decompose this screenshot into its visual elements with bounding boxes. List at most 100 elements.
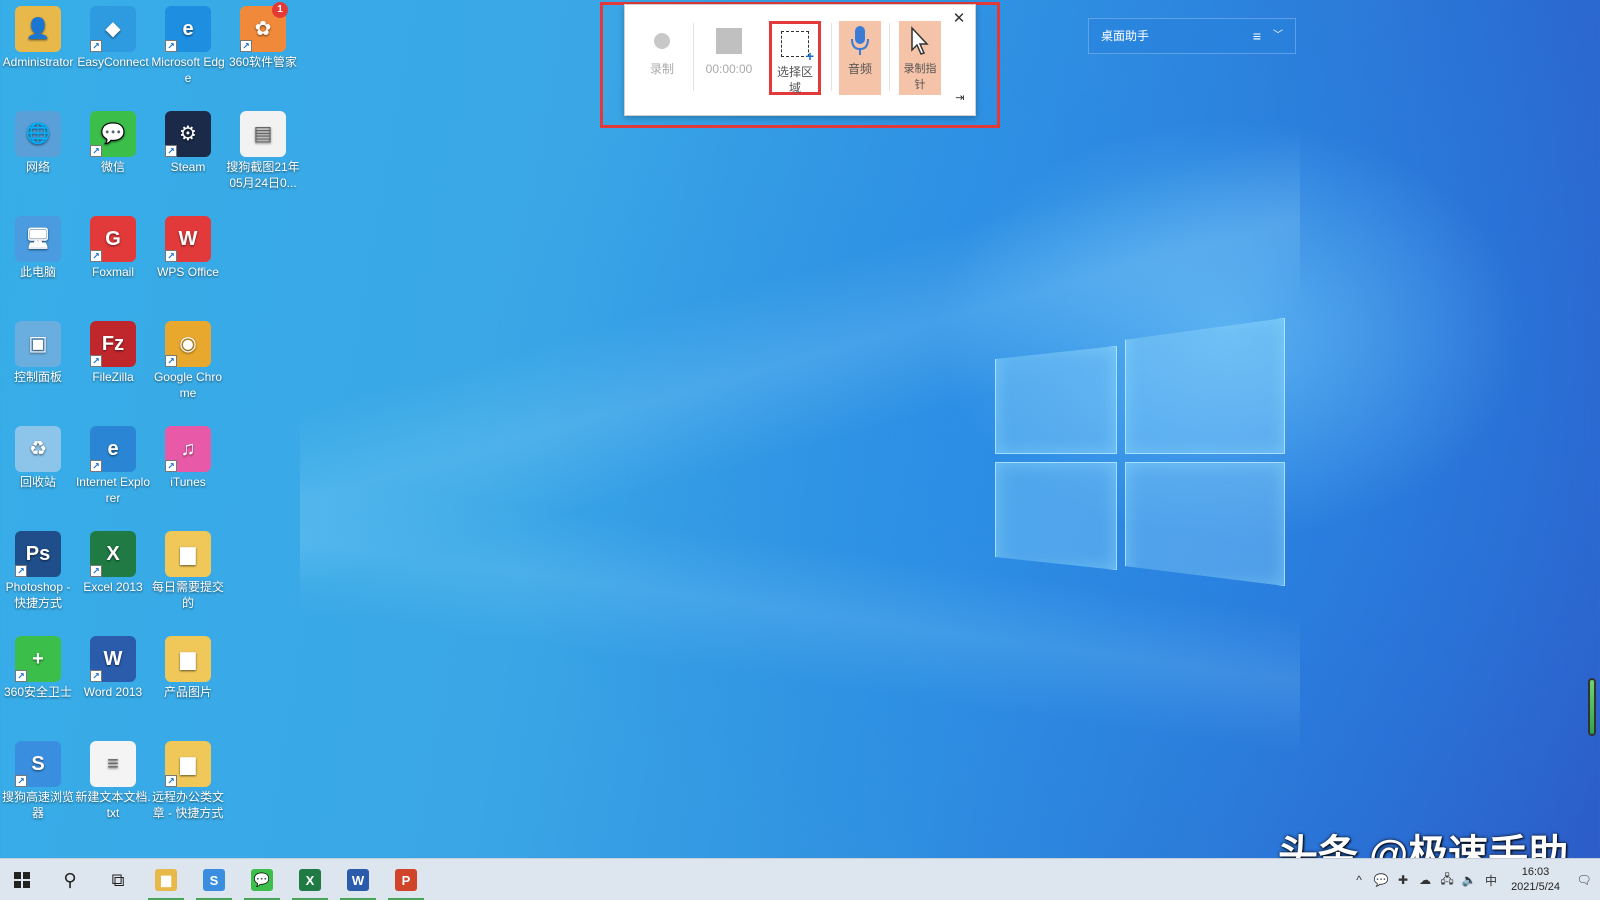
notification-icon[interactable]: 🗨 xyxy=(1576,872,1592,888)
audio-label: 音频 xyxy=(847,62,872,76)
desktop-icon-label: EasyConnect xyxy=(77,55,149,69)
desktop-icon-label: 新建文本文档.txt xyxy=(75,790,151,820)
desktop-icon[interactable]: 👤 Administrator xyxy=(0,0,76,70)
desktop-icon[interactable]: ▆ 产品图片 xyxy=(150,630,226,700)
select-area-button[interactable]: + 选择区域 xyxy=(769,21,821,95)
shortcut-arrow-icon: ↗ xyxy=(15,775,27,787)
desktop-icon[interactable]: ⚙ ↗ Steam xyxy=(150,105,226,175)
taskbar-powerpoint-button[interactable]: P xyxy=(384,859,428,900)
folder-icon: ▆ ↗ xyxy=(165,741,211,787)
chevron-down-icon[interactable]: ﹀ xyxy=(1273,19,1283,53)
desktop-icon[interactable]: 💬 ↗ 微信 xyxy=(75,105,151,175)
side-indicator[interactable] xyxy=(1588,678,1596,736)
recycle-bin-icon: ♻ xyxy=(15,426,61,472)
desktop-icon-label: Internet Explorer xyxy=(75,475,151,505)
ie-icon: e ↗ xyxy=(90,426,136,472)
tray-icon[interactable]: 中 xyxy=(1483,872,1499,888)
desktop-icon-label: 控制面板 xyxy=(13,370,62,384)
shortcut-arrow-icon: ↗ xyxy=(90,40,102,52)
desktop-icon[interactable]: W ↗ Word 2013 xyxy=(75,630,151,700)
taskbar-task-view-button[interactable]: ⧉ xyxy=(96,859,140,900)
desktop-icon-label: 回收站 xyxy=(19,475,56,489)
desktop-icon-label: 远程办公类文章 - 快捷方式 xyxy=(151,790,224,820)
filezilla-icon: Fz ↗ xyxy=(90,321,136,367)
desktop-icon[interactable]: ♻ 回收站 xyxy=(0,420,76,490)
windows-logo-wallpaper xyxy=(995,318,1285,586)
audio-button[interactable]: 音频 xyxy=(839,21,881,95)
pin-icon[interactable]: ⇥ xyxy=(953,91,967,104)
windows-start-icon xyxy=(14,872,30,888)
tray-icon[interactable]: 🖧 xyxy=(1439,872,1455,888)
notification-badge: 1 xyxy=(272,2,288,18)
shortcut-arrow-icon: ↗ xyxy=(165,355,177,367)
taskbar-file-explorer-button[interactable]: ▆ xyxy=(144,859,188,900)
taskbar-search-button[interactable]: ⚲ xyxy=(48,859,92,900)
desktop-icon[interactable]: 🌐 网络 xyxy=(0,105,76,175)
shortcut-arrow-icon: ↗ xyxy=(90,460,102,472)
sogou-browser-icon: S xyxy=(203,869,225,891)
desktop-icon-label: 360安全卫士 xyxy=(3,685,73,699)
desktop-icon[interactable]: ♫ ↗ iTunes xyxy=(150,420,226,490)
clock[interactable]: 16:03 2021/5/24 xyxy=(1511,865,1560,895)
user-folder-icon: 👤 xyxy=(15,6,61,52)
desktop-icon[interactable]: e ↗ Internet Explorer xyxy=(75,420,151,506)
desktop-icon[interactable]: ✿ ↗ 1 360软件管家 xyxy=(225,0,301,70)
record-pointer-button[interactable]: 录制指针 xyxy=(899,21,941,95)
tray-icon[interactable]: 💬 xyxy=(1373,872,1389,888)
stop-button[interactable]: 00:00:00 xyxy=(699,21,759,95)
taskbar-wechat-button[interactable]: 💬 xyxy=(240,859,284,900)
desktop-icon[interactable]: ▤ 搜狗截图21年05月24日0... xyxy=(225,105,301,191)
close-icon[interactable]: ✕ xyxy=(951,11,967,27)
chrome-icon: ◉ ↗ xyxy=(165,321,211,367)
desktop-icon[interactable]: 🖥 此电脑 xyxy=(0,210,76,280)
desktop-assistant-bar[interactable]: 桌面助手 ≡ ﹀ xyxy=(1088,18,1296,54)
desktop-icon[interactable]: e ↗ Microsoft Edge xyxy=(150,0,226,86)
photoshop-icon: Ps ↗ xyxy=(15,531,61,577)
taskbar-excel-button[interactable]: X xyxy=(288,859,332,900)
shortcut-arrow-icon: ↗ xyxy=(90,145,102,157)
tray-icon[interactable]: ☁ xyxy=(1417,872,1433,888)
record-button[interactable]: 录制 xyxy=(637,21,687,95)
tray-icon[interactable]: 🔈 xyxy=(1461,872,1477,888)
desktop-icon[interactable]: ▣ 控制面板 xyxy=(0,315,76,385)
desktop-icon[interactable]: Ps ↗ Photoshop - 快捷方式 xyxy=(0,525,76,611)
shortcut-arrow-icon: ↗ xyxy=(90,250,102,262)
desktop-icon[interactable]: S ↗ 搜狗高速浏览器 xyxy=(0,735,76,821)
360-manager-icon: ✿ ↗ 1 xyxy=(240,2,288,52)
assistant-title: 桌面助手 xyxy=(1101,29,1150,43)
record-icon xyxy=(654,33,670,49)
desktop-icon[interactable]: + ↗ 360安全卫士 xyxy=(0,630,76,700)
divider xyxy=(831,23,832,91)
desktop-icon-label: 此电脑 xyxy=(19,265,56,279)
desktop-icon[interactable]: ▆ 每日需要提交的 xyxy=(150,525,226,611)
file-explorer-icon: ▆ xyxy=(155,869,177,891)
desktop-icon[interactable]: G ↗ Foxmail xyxy=(75,210,151,280)
desktop-icon-label: 搜狗截图21年05月24日0... xyxy=(226,160,300,190)
360-safe-icon: + ↗ xyxy=(15,636,61,682)
desktop-icon-label: 微信 xyxy=(100,160,125,174)
search-icon: ⚲ xyxy=(63,869,77,890)
desktop-icon[interactable]: ▆ ↗ 远程办公类文章 - 快捷方式 xyxy=(150,735,226,821)
desktop-icon-label: iTunes xyxy=(170,475,206,489)
taskbar-sogou-browser-button[interactable]: S xyxy=(192,859,236,900)
desktop-icon[interactable]: ◉ ↗ Google Chrome xyxy=(150,315,226,401)
desktop-icon[interactable]: ◆ ↗ EasyConnect xyxy=(75,0,151,70)
word-icon: W xyxy=(347,869,369,891)
foxmail-icon: G ↗ xyxy=(90,216,136,262)
select-area-icon: + xyxy=(781,31,814,64)
desktop-icon[interactable]: W ↗ WPS Office xyxy=(150,210,226,280)
tray-icon[interactable]: ^ xyxy=(1351,872,1367,888)
desktop-icon-label: Google Chrome xyxy=(153,370,223,400)
desktop-icon-label: 360软件管家 xyxy=(228,55,298,69)
folder-icon: ▆ xyxy=(165,531,211,577)
taskbar-start-button[interactable] xyxy=(0,859,44,900)
menu-icon[interactable]: ≡ xyxy=(1253,19,1261,53)
taskbar-word-button[interactable]: W xyxy=(336,859,380,900)
desktop-icon[interactable]: Fz ↗ FileZilla xyxy=(75,315,151,385)
shortcut-arrow-icon: ↗ xyxy=(165,145,177,157)
desktop-icon-label: FileZilla xyxy=(92,370,134,384)
image-folder-icon: ▆ xyxy=(165,636,211,682)
tray-icon[interactable]: ✚ xyxy=(1395,872,1411,888)
desktop-icon[interactable]: ≡ 新建文本文档.txt xyxy=(75,735,151,821)
desktop-icon[interactable]: X ↗ Excel 2013 xyxy=(75,525,151,595)
